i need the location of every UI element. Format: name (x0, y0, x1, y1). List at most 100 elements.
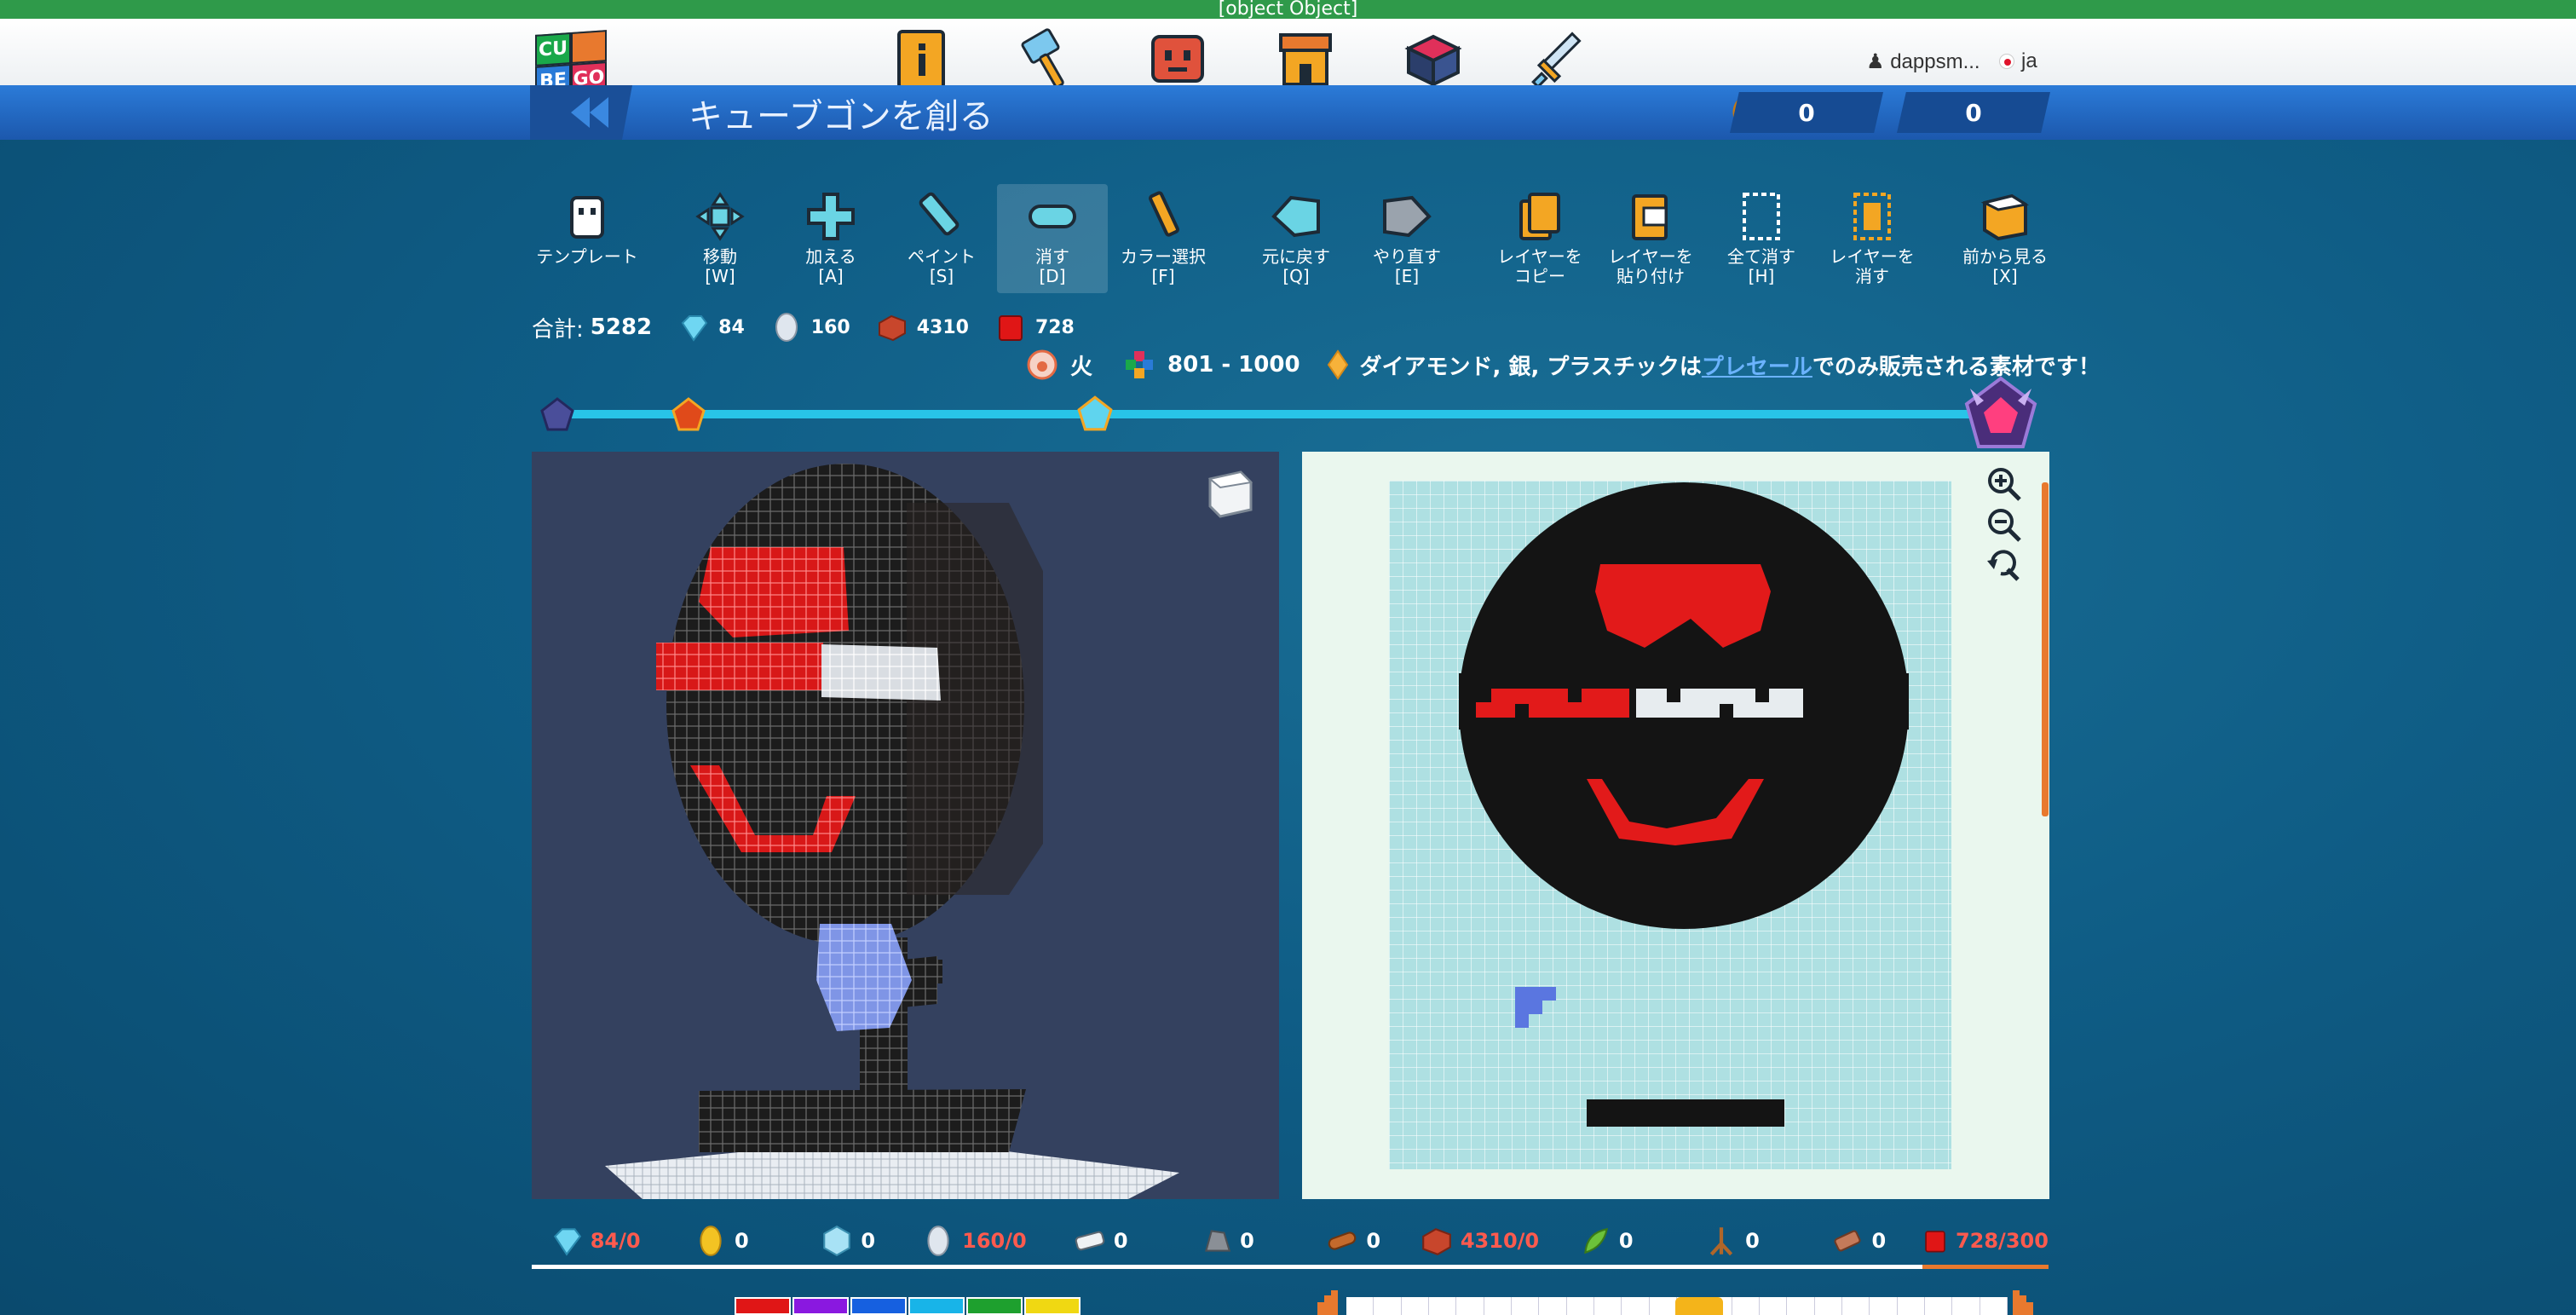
layer-pixel-art (1459, 482, 1909, 1127)
brick-usage[interactable]: 4310/0 (1416, 1224, 1542, 1258)
logo-cell (571, 30, 607, 64)
ice-usage[interactable]: 0 (785, 1224, 911, 1258)
back-arrow-icon (571, 97, 608, 128)
page-header-band (0, 85, 2576, 140)
gold-usage[interactable]: 0 (658, 1224, 784, 1258)
paint-button[interactable]: ペイント [S] (886, 184, 997, 293)
tool-label: 前から見る [X] (1962, 246, 2048, 286)
back-button[interactable] (530, 85, 632, 140)
tier-4-crown-icon (1964, 376, 2037, 448)
undo-button[interactable]: 元に戻す [Q] (1241, 184, 1351, 293)
paste-layer-button[interactable]: レイヤーを 貼り付け (1595, 184, 1706, 293)
silver-icon (927, 1226, 949, 1256)
front-view-icon (1980, 193, 2030, 241)
iron-usage[interactable]: 0 (1037, 1224, 1163, 1258)
tool-label: やり直す [E] (1373, 246, 1441, 286)
info-card-icon[interactable] (890, 26, 954, 94)
pixel-grid[interactable] (1389, 481, 1951, 1169)
material-count: 0 (1745, 1229, 1760, 1253)
diamond-usage[interactable]: 84/0 (532, 1224, 658, 1258)
silver-usage[interactable]: 160/0 (911, 1224, 1037, 1258)
zoom-out-icon[interactable] (1984, 505, 2025, 545)
hammer-icon[interactable] (1017, 26, 1082, 94)
erase-button[interactable]: 消す [D] (997, 184, 1108, 293)
template-icon (570, 196, 604, 239)
copy-layer-button[interactable]: レイヤーを コピー (1484, 184, 1595, 293)
reset-zoom-icon[interactable] (1984, 545, 2025, 586)
palette-swatch[interactable] (792, 1297, 849, 1315)
layer-up-icon[interactable] (2011, 1290, 2035, 1315)
leather-icon (1834, 1230, 1861, 1252)
layer-slider-handle[interactable] (1675, 1297, 1723, 1315)
gold-icon (700, 1226, 722, 1256)
material-count: 728/300 (1955, 1229, 2049, 1253)
add-button[interactable]: 加える [A] (775, 184, 886, 293)
total-plastic: 728 (1034, 316, 1075, 338)
zoom-in-icon[interactable] (1984, 464, 2025, 505)
leather-usage[interactable]: 0 (1795, 1224, 1922, 1258)
root-usage[interactable]: 0 (1668, 1224, 1795, 1258)
material-count: 0 (1240, 1229, 1254, 1253)
presale-link[interactable]: プレセール (1702, 349, 1812, 381)
presale-notice-pre: ダイアモンド, 銀, プラスチックは (1359, 354, 1702, 380)
plastic-icon (1925, 1231, 1945, 1253)
username: dappsm... (1890, 50, 1980, 73)
layer-down-icon[interactable] (1316, 1290, 1340, 1315)
brick-icon (878, 314, 906, 342)
voxel-model-render (605, 464, 1179, 1199)
template-button[interactable]: テンプレート (532, 184, 643, 293)
redo-button[interactable]: やり直す [E] (1351, 184, 1462, 293)
clear-layer-button[interactable]: レイヤーを 消す (1817, 184, 1928, 293)
clear-all-icon (1743, 193, 1780, 240)
color-picker-button[interactable]: カラー選択 [F] (1108, 184, 1219, 293)
paste-layer-icon (1632, 194, 1668, 240)
coin-balance: 0 (1730, 92, 1883, 133)
treasure-chest-icon[interactable] (1401, 26, 1466, 94)
view-cube-icon[interactable] (1203, 467, 1256, 520)
palette-swatch[interactable] (966, 1297, 1023, 1315)
crystal-value: 0 (1965, 98, 1982, 127)
plastic-icon (998, 315, 1023, 341)
sword-icon[interactable] (1529, 26, 1593, 94)
shop-icon[interactable] (1273, 26, 1338, 94)
redo-icon (1383, 195, 1432, 238)
plastic-usage[interactable]: 728/300 (1922, 1224, 2049, 1258)
material-totals: 合計: 5282 84 160 4310 728 (532, 310, 1100, 344)
tool-label: 全て消す [H] (1727, 246, 1795, 286)
wood-icon (1328, 1231, 1357, 1250)
iron-icon (1075, 1231, 1105, 1251)
move-button[interactable]: 移動 [W] (665, 184, 775, 293)
tier-2-gem-icon (671, 397, 706, 431)
clear-layer-icon (1853, 193, 1891, 240)
wood-usage[interactable]: 0 (1290, 1224, 1416, 1258)
front-view-button[interactable]: 前から見る [X] (1950, 184, 2060, 293)
clear-all-button[interactable]: 全て消す [H] (1706, 184, 1817, 293)
color-palette (735, 1297, 1082, 1315)
tier-progress-bar (545, 410, 2028, 418)
total-brick: 4310 (916, 316, 969, 338)
layer-scrollbar[interactable] (2042, 482, 2049, 816)
tool-label: テンプレート (536, 246, 638, 267)
user-menu[interactable]: ♟ dappsm... (1866, 49, 1980, 74)
tier-3-gem-icon (1077, 395, 1113, 431)
stone-usage[interactable]: 0 (1163, 1224, 1289, 1258)
plant-usage[interactable]: 0 (1542, 1224, 1668, 1258)
3d-preview-panel[interactable] (532, 452, 1279, 1199)
layer-editor-panel[interactable] (1302, 452, 2049, 1199)
paint-icon (919, 192, 960, 236)
palette-swatch[interactable] (735, 1297, 791, 1315)
tier-1-gem-icon (540, 397, 574, 431)
palette-swatch[interactable] (908, 1297, 965, 1315)
level-range: 801 - 1000 (1167, 352, 1300, 378)
material-bar-underline (532, 1265, 2049, 1269)
undo-icon (1271, 195, 1320, 238)
tool-label: レイヤーを 消す (1830, 246, 1915, 286)
info-line: 火 801 - 1000 ダイアモンド, 銀, プラスチックは プレセール でのみ販… (1026, 348, 2101, 382)
language-selector[interactable]: ja (1999, 49, 2037, 73)
language-code: ja (2021, 49, 2037, 72)
palette-swatch[interactable] (850, 1297, 907, 1315)
silver-icon (775, 313, 798, 342)
robot-face-icon[interactable] (1145, 26, 1210, 94)
material-count: 0 (1113, 1229, 1128, 1253)
palette-swatch[interactable] (1024, 1297, 1081, 1315)
